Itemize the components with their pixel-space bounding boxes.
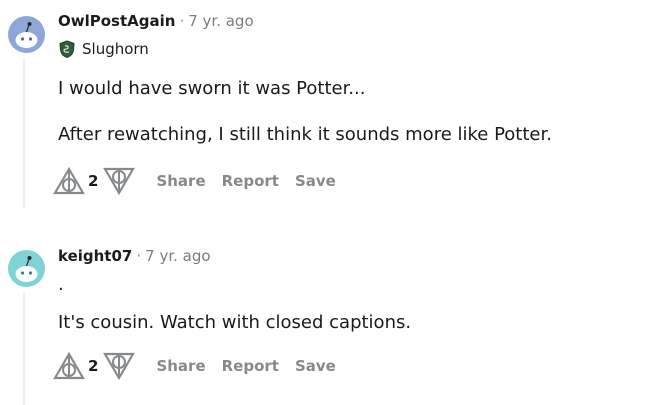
avatar[interactable]: [8, 250, 45, 287]
user-flair: Slughorn: [58, 40, 149, 58]
thread-line[interactable]: [23, 292, 25, 405]
comment-actions: 2 Share Report Save: [52, 166, 352, 196]
save-button[interactable]: Save: [295, 172, 336, 190]
separator: ·: [136, 247, 142, 265]
vote-score: 2: [88, 357, 99, 375]
snoo-avatar-icon: [8, 250, 45, 287]
comment-paragraph: After rewatching, I still think it sound…: [58, 124, 552, 145]
comment-meta: OwlPostAgain · 7 yr. ago: [58, 12, 254, 30]
comment-paragraph: It's cousin. Watch with closed captions.: [58, 312, 412, 333]
report-button[interactable]: Report: [222, 357, 279, 375]
thread-line[interactable]: [23, 58, 25, 208]
share-button[interactable]: Share: [156, 357, 205, 375]
upvote-deathly-hallows-icon[interactable]: [52, 351, 86, 381]
comment-paragraph: I would have sworn it was Potter...: [58, 78, 366, 99]
comment-paragraph: .: [58, 274, 64, 295]
downvote-deathly-hallows-icon[interactable]: [102, 166, 136, 196]
slytherin-crest-icon: [59, 40, 75, 58]
comment-actions: 2 Share Report Save: [52, 351, 352, 381]
author-name[interactable]: OwlPostAgain: [58, 12, 175, 30]
comment: OwlPostAgain · 7 yr. ago Slughorn I would …: [0, 0, 648, 215]
comment-age[interactable]: 7 yr. ago: [188, 12, 253, 30]
flair-label: Slughorn: [82, 40, 149, 58]
comment-meta: keight07 · 7 yr. ago: [58, 247, 211, 265]
comment-age[interactable]: 7 yr. ago: [145, 247, 210, 265]
report-button[interactable]: Report: [222, 172, 279, 190]
downvote-deathly-hallows-icon[interactable]: [102, 351, 136, 381]
comment: keight07 · 7 yr. ago . It's cousin. Watch …: [0, 236, 648, 405]
avatar[interactable]: [8, 16, 45, 53]
upvote-deathly-hallows-icon[interactable]: [52, 166, 86, 196]
save-button[interactable]: Save: [295, 357, 336, 375]
vote-score: 2: [88, 172, 99, 190]
share-button[interactable]: Share: [156, 172, 205, 190]
author-name[interactable]: keight07: [58, 247, 132, 265]
separator: ·: [179, 12, 185, 30]
snoo-avatar-icon: [8, 16, 45, 53]
